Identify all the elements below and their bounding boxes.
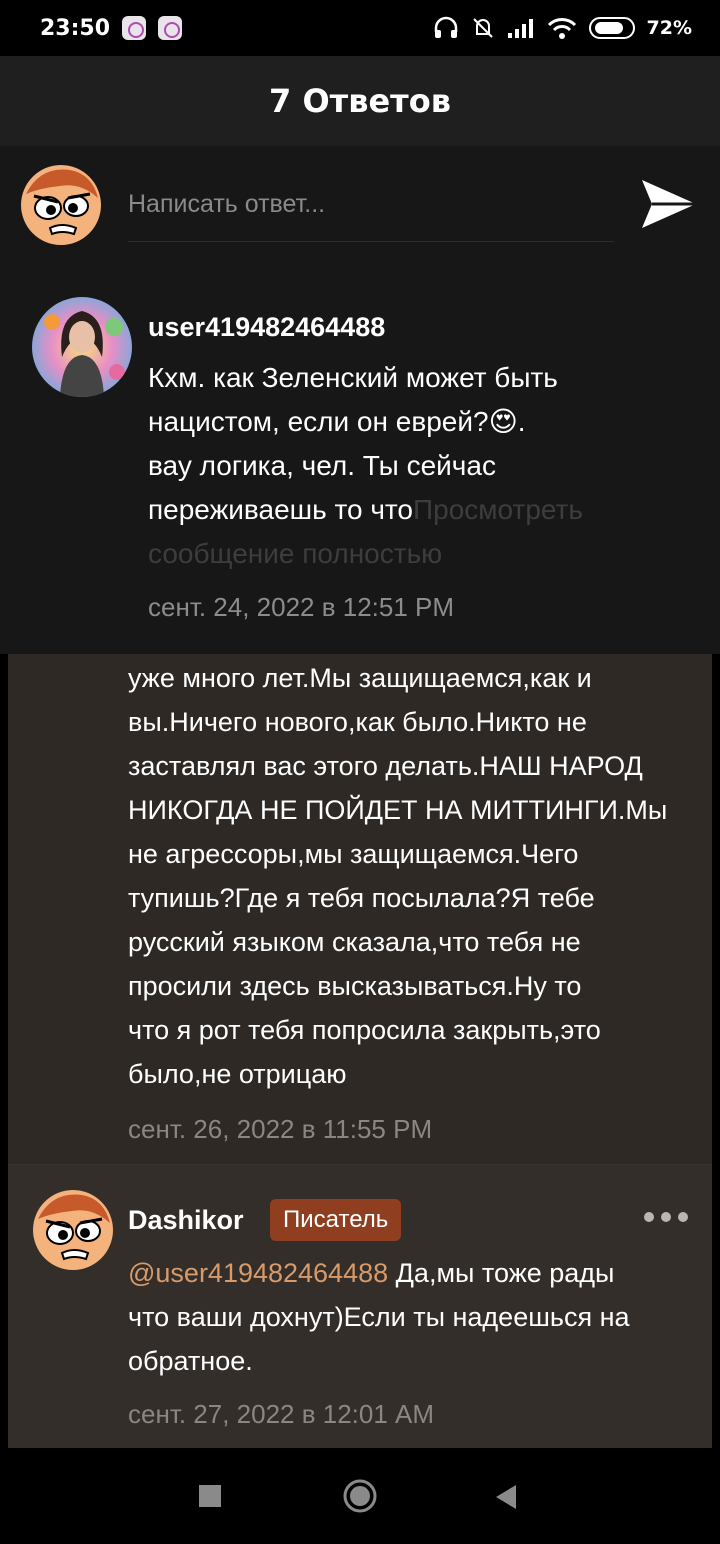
comment-line-text: Да,мы тоже рады [388,1258,615,1288]
comment-date: сент. 27, 2022 в 12:01 AM [128,1399,435,1429]
comment-username[interactable]: Dashikor [128,1205,244,1236]
comment-line: что я рот тебя попросила закрыть,это [128,1015,601,1045]
comment-line: заставлял вас этого делать.НАШ НАРОД [128,751,643,781]
wifi-icon [547,18,576,39]
comment-line: Кхм. как Зеленский может быть [148,362,558,393]
page-title: 7 Ответов [269,82,451,120]
comment-line: @user419482464488 Да,мы тоже рады [128,1251,698,1295]
recent-apps-icon[interactable] [198,1484,222,1508]
comment-line: просили здесь высказываться.Ну то [128,971,582,1001]
replies-header: 7 Ответов [0,56,720,146]
battery-icon [588,17,635,39]
reply-bar: Написать ответ... [0,146,720,264]
comment-line: тупишь?Где я тебя посылала?Я тебе [128,883,595,913]
comment-text: @user419482464488 Да,мы тоже рады что ва… [128,1251,698,1383]
comment-text: Кхм. как Зеленский может быть нацистом, … [148,356,668,576]
comment-line: переживаешь то чтоПросмотреть [148,488,668,532]
mute-icon [472,18,493,38]
comment-line: не агрессоры,мы защищаемся.Чего [128,839,579,869]
comment-text: уже много лет.Мы защищаемся,как и вы.Ниче… [128,656,708,1096]
comment-item: user419482464488 Кхм. как Зеленский може… [0,264,720,654]
view-full-message-link[interactable]: Просмотреть [413,494,583,525]
comment-line: нацистом, если он еврей?😍. [148,400,668,444]
comment-line: что ваши дохнут)Если ты надеешься на [128,1302,630,1332]
system-nav-bar [0,1448,720,1544]
comment-date: сент. 24, 2022 в 12:51 PM [148,592,455,622]
send-icon[interactable] [640,176,698,232]
headphones-icon [434,16,457,38]
comment-item: Dashikor Писатель @user419482464488 Да,м… [8,1164,712,1448]
user-avatar[interactable] [32,1189,114,1271]
comment-line: уже много лет.Мы защищаемся,как и [128,663,592,693]
heart-eyes-emoji: 😍 [488,406,518,437]
comment-line: вау логика, чел. Ты сейчас [148,450,496,481]
music-app-icon [122,16,147,40]
comment-line: было,не отрицаю [128,1059,347,1089]
user-mention-link[interactable]: @user419482464488 [128,1258,388,1288]
comment-line: обратное. [128,1346,253,1376]
comment-date: сент. 26, 2022 в 11:55 PM [128,1114,433,1144]
view-full-message-link-line2[interactable]: сообщение полностью [148,532,668,576]
home-icon[interactable] [342,1478,378,1514]
writer-badge: Писатель [270,1199,402,1241]
battery-percent: 72% [646,17,692,39]
current-user-avatar [21,165,101,245]
gallery-app-icon [158,16,183,40]
comment-line-text: нацистом, если он еврей? [148,406,489,437]
user-avatar[interactable] [32,297,132,397]
comment-username[interactable]: user419482464488 [148,312,385,343]
status-bar: 23:50 72% [0,0,720,56]
comment-line-text: переживаешь то что [148,494,414,525]
comment-line-end: . [517,406,526,437]
status-time: 23:50 [40,15,111,41]
comment-line: русский языком сказала,что тебя не [128,927,581,957]
comment-line: НИКОГДА НЕ ПОЙДЕТ НА МИТТИНГИ.Мы [128,795,668,825]
back-icon[interactable] [494,1484,518,1510]
comment-item-highlighted: уже много лет.Мы защищаемся,как и вы.Ниче… [8,654,712,1164]
more-options-icon[interactable] [642,1207,690,1227]
comment-line: вы.Ничего нового,как было.Никто не [128,707,587,737]
signal-icon [507,19,533,38]
reply-input[interactable]: Написать ответ... [128,184,614,242]
